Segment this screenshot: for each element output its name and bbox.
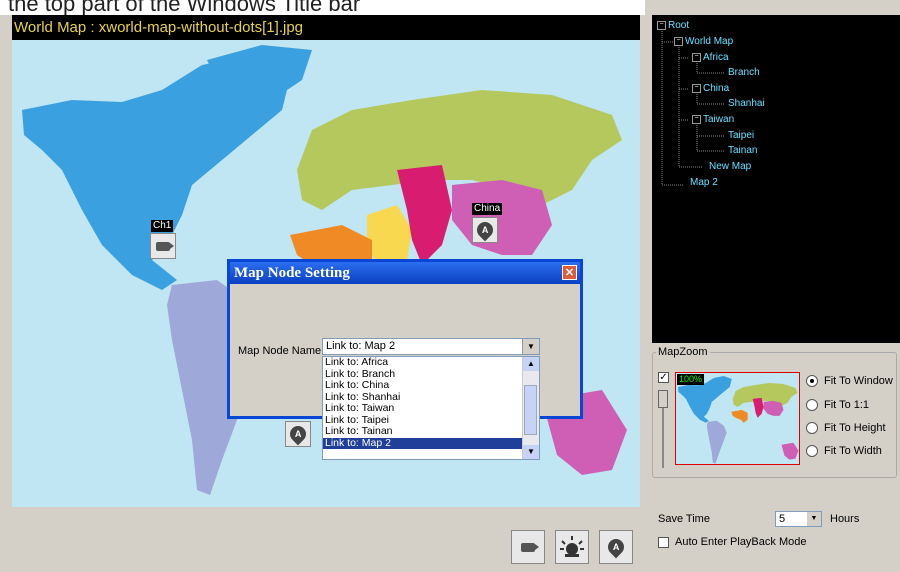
map-node-name-combo[interactable]: Link to: Map 2 ▼	[322, 338, 540, 355]
mapzoom-legend: MapZoom	[656, 346, 710, 358]
alarm-icon	[560, 536, 584, 557]
tree-node-world-map[interactable]: − World Map	[674, 36, 733, 48]
map-pin-icon: A	[604, 535, 628, 559]
radio-label: Fit To Width	[824, 445, 882, 457]
camera-icon	[156, 241, 174, 251]
tree-node-label: Africa	[703, 52, 729, 63]
save-time-label: Save Time	[658, 513, 710, 525]
zoom-slider[interactable]	[658, 390, 668, 470]
map-pin-china[interactable]: A	[472, 217, 498, 243]
collapse-icon[interactable]: −	[692, 114, 701, 124]
radio-fit-to-1-1[interactable]: Fit To 1:1	[806, 399, 870, 412]
radio-label: Fit To 1:1	[824, 399, 870, 411]
save-time-value: 5	[779, 513, 786, 525]
map-pin-button[interactable]: A	[599, 530, 633, 564]
auto-enter-checkbox[interactable]	[658, 537, 669, 548]
tree-node-china[interactable]: − China	[692, 83, 729, 95]
dialog-title: Map Node Setting	[234, 265, 350, 281]
map-title: World Map : xworld-map-without-dots[1].j…	[12, 15, 640, 40]
auto-enter-label: Auto Enter PlayBack Mode	[675, 536, 807, 548]
pin-label-china: China	[472, 203, 503, 215]
pin-glyph: A	[294, 429, 302, 439]
save-time-unit: Hours	[830, 513, 860, 525]
map-node-dropdown-list[interactable]: Link to: Africa Link to: Branch Link to:…	[322, 356, 540, 460]
zoom-percent-readout: 100%	[677, 374, 705, 385]
window-caption-strip: the top part of the Windows Title bar	[0, 0, 645, 15]
pin-glyph: A	[612, 542, 620, 552]
collapse-icon[interactable]: −	[692, 52, 701, 62]
map-pin-map2[interactable]: A	[285, 421, 311, 447]
collapse-icon[interactable]: −	[692, 83, 701, 93]
tree-node-taiwan[interactable]: − Taiwan	[692, 114, 734, 126]
window-caption-text: the top part of the Windows Title bar	[8, 0, 361, 15]
tree-node-tainan[interactable]: Tainan	[728, 145, 757, 157]
radio-fit-to-window[interactable]: Fit To Window	[806, 375, 893, 388]
tree-node-label: Tainan	[728, 145, 758, 156]
pin-glyph: A	[481, 225, 489, 235]
chevron-down-icon[interactable]: ▼	[807, 512, 821, 526]
tree-node-label: Taipei	[728, 130, 755, 141]
tree-node-label: Taiwan	[703, 114, 735, 125]
tree-node-label: China	[703, 83, 730, 94]
dropdown-option[interactable]: Link to: Tainan	[323, 425, 525, 438]
scroll-down-icon[interactable]: ▼	[523, 445, 539, 459]
chevron-down-icon[interactable]: ▼	[522, 339, 539, 354]
radio-icon[interactable]	[806, 445, 818, 458]
dropdown-option[interactable]: Link to: Taiwan	[323, 402, 525, 415]
save-time-select[interactable]: 5 ▼	[775, 511, 822, 527]
tree-node-africa[interactable]: − Africa	[692, 52, 729, 64]
tree-node-new-map[interactable]: New Map	[709, 161, 751, 173]
combo-value: Link to: Map 2	[326, 340, 396, 352]
tree-node-shanhai[interactable]: Shanhai	[728, 98, 765, 110]
alarm-button[interactable]	[555, 530, 589, 564]
map-node-name-label: Map Node Name	[238, 345, 322, 357]
radio-label: Fit To Window	[824, 375, 893, 387]
map-pin-icon: A	[473, 218, 497, 242]
tree-node-root[interactable]: − Root	[657, 20, 689, 32]
collapse-icon[interactable]: −	[657, 20, 666, 30]
tree-node-label: Map 2	[690, 177, 718, 188]
close-icon[interactable]: ✕	[562, 265, 577, 280]
radio-selected-icon[interactable]	[806, 375, 818, 388]
dropdown-option[interactable]: Link to: Africa	[323, 357, 525, 369]
scroll-thumb[interactable]	[524, 385, 537, 435]
tree-node-label: Branch	[728, 67, 760, 78]
radio-fit-to-height[interactable]: Fit To Height	[806, 422, 886, 435]
dropdown-option[interactable]: Link to: China	[323, 379, 525, 392]
dropdown-option-selected[interactable]: Link to: Map 2	[323, 437, 525, 449]
map-tree-panel[interactable]: − Root − World Map − Africa Branch − China S…	[652, 15, 900, 343]
scroll-up-icon[interactable]: ▲	[523, 357, 539, 371]
map-preview-thumbnail[interactable]: 100%	[675, 372, 800, 465]
radio-fit-to-width[interactable]: Fit To Width	[806, 445, 882, 458]
zoom-slider-thumb[interactable]	[658, 390, 668, 408]
mapzoom-enable-checkbox[interactable]: ✓	[658, 372, 669, 383]
dialog-title-bar: Map Node Setting ✕	[230, 262, 580, 284]
china-region	[452, 180, 552, 255]
tree-node-label: Shanhai	[728, 98, 765, 109]
camera-icon	[521, 542, 539, 552]
tree-node-map2[interactable]: Map 2	[690, 177, 718, 189]
tree-node-label: World Map	[685, 36, 734, 47]
radio-icon[interactable]	[806, 422, 818, 435]
camera-pin-ch1[interactable]	[150, 233, 176, 259]
pin-label-ch1: Ch1	[151, 220, 174, 232]
preview-map-image	[677, 375, 799, 464]
tree-node-taipei[interactable]: Taipei	[728, 130, 754, 142]
radio-label: Fit To Height	[824, 422, 886, 434]
tree-node-branch[interactable]: Branch	[728, 67, 760, 79]
tree-node-label: New Map	[709, 161, 752, 172]
dropdown-scrollbar[interactable]: ▲ ▼	[522, 357, 539, 459]
map-pin-icon: A	[286, 422, 310, 446]
radio-icon[interactable]	[806, 399, 818, 412]
collapse-icon[interactable]: −	[674, 36, 683, 46]
tree-node-label: Root	[668, 20, 690, 31]
camera-button[interactable]	[511, 530, 545, 564]
